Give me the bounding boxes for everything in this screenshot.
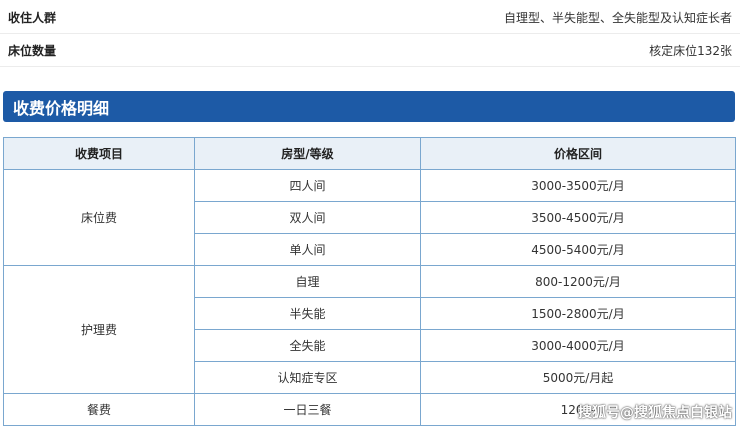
type-cell: 自理 [194,265,421,298]
watermark: 搜狐号@搜狐焦点白银站 [578,405,732,421]
type-cell: 全失能 [194,329,421,362]
type-cell: 四人间 [194,169,421,202]
type-cell: 双人间 [194,201,421,234]
table-header-row: 收费项目 房型/等级 价格区间 [3,137,736,170]
info-row-beds: 床位数量 核定床位132张 [0,35,740,67]
price-cell: 3500-4500元/月 [420,201,736,234]
type-cell: 一日三餐 [194,393,421,426]
header-price: 价格区间 [420,137,736,170]
price-cell: 3000-3500元/月 [420,169,736,202]
price-cell: 800-1200元/月 [420,265,736,298]
info-row-residents: 收住人群 自理型、半失能型、全失能型及认知症长者 [0,2,740,34]
residents-label: 收住人群 [8,11,57,25]
table-row: 护理费 自理 800-1200元/月 [3,265,736,394]
type-cell: 认知症专区 [194,361,421,394]
price-cell: 4500-5400元/月 [420,233,736,266]
header-room-type: 房型/等级 [194,137,421,170]
type-cell: 单人间 [194,233,421,266]
section-title: 收费价格明细 [3,91,735,122]
price-cell: 3000-4000元/月 [420,329,736,362]
item-cell-bed: 床位费 [3,169,195,266]
header-item: 收费项目 [3,137,195,170]
beds-label: 床位数量 [8,44,57,58]
residents-value: 自理型、半失能型、全失能型及认知症长者 [503,11,732,25]
beds-value: 核定床位132张 [649,44,732,58]
type-cell: 半失能 [194,297,421,330]
item-cell-meal: 餐费 [3,393,195,426]
price-cell: 5000元/月起 [420,361,736,394]
table-row: 床位费 四人间 3000-3500元/月 [3,169,736,266]
item-cell-care: 护理费 [3,265,195,394]
price-table: 收费项目 房型/等级 价格区间 床位费 四人间 3000-3500元/月 双人间… [3,137,736,426]
price-cell: 1500-2800元/月 [420,297,736,330]
